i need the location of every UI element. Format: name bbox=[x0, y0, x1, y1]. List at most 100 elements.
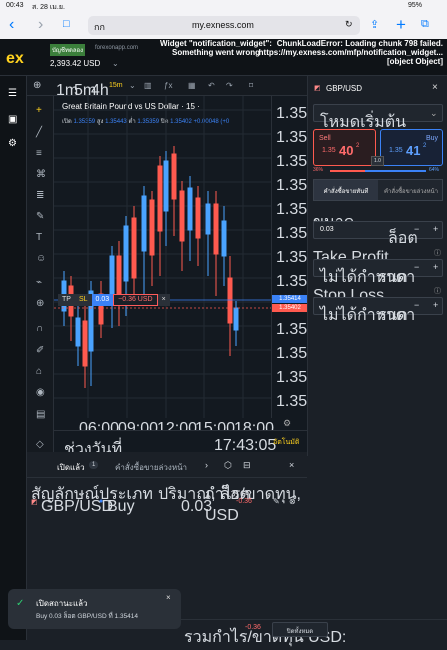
open-count: 1 bbox=[89, 461, 99, 469]
chevron-right-icon[interactable]: › bbox=[205, 460, 208, 470]
tab-pending-orders[interactable]: คำสั่งซื้อขายล่วงหน้า bbox=[115, 461, 187, 474]
sl-plus[interactable]: + bbox=[433, 300, 438, 310]
close-icon[interactable]: × bbox=[166, 593, 171, 602]
positions-panel: เปิดแล้ว 1 คำสั่งซื้อขายล่วงหน้า › ⬡ ⊟ ×… bbox=[27, 452, 307, 524]
buy-price: 1.35 bbox=[389, 147, 403, 154]
candle-type-icon[interactable]: ▥ bbox=[144, 81, 152, 90]
sl-label[interactable]: SL bbox=[74, 294, 92, 306]
price-axis: 1.35800 1.35750 1.35700 1.35650 1.35600 … bbox=[271, 96, 334, 434]
balance[interactable]: 2,393.42 USD bbox=[50, 59, 100, 68]
refresh-icon[interactable]: ↻ bbox=[345, 19, 353, 30]
tp-input[interactable]: ไม่ได้กำหนด ราคา − + bbox=[313, 259, 443, 286]
tab-open[interactable]: เปิดแล้ว bbox=[57, 461, 85, 474]
settings-icon[interactable]: ⚙ bbox=[8, 138, 17, 149]
tabs-icon[interactable]: ⧉ bbox=[421, 18, 429, 31]
lock-draw-icon[interactable]: ✐ bbox=[36, 345, 44, 356]
layers-icon[interactable]: ⬡ bbox=[224, 460, 232, 471]
chart-toolbar: ⊕ 1m 5m 4h 15m ⌄ ▥ ƒx ▦ ↶ ↷ ⌑ bbox=[27, 76, 307, 99]
redo-icon[interactable]: ↷ bbox=[226, 81, 233, 90]
channel-icon[interactable]: ≡ bbox=[36, 148, 42, 159]
tp-plus[interactable]: + bbox=[433, 262, 438, 272]
menu-icon[interactable]: ☰ bbox=[8, 88, 17, 99]
layout-icon[interactable]: ▦ bbox=[188, 81, 196, 90]
share-icon[interactable]: ⇪ bbox=[370, 18, 379, 31]
candlestick-plot[interactable] bbox=[54, 96, 307, 434]
text-icon[interactable]: T bbox=[36, 232, 42, 243]
notification-toast: ✓ เปิดสถานะแล้ว Buy 0.03 ล็อต GBP/USD ที… bbox=[8, 589, 181, 629]
sell-percent: 36% bbox=[313, 167, 324, 173]
close-all-button[interactable]: ปิดทั้งหมด bbox=[272, 622, 328, 637]
url-text[interactable]: my.exness.com bbox=[192, 20, 254, 30]
trash-icon[interactable]: ▤ bbox=[36, 409, 45, 420]
forward-icon[interactable]: › bbox=[38, 16, 43, 34]
exness-logo: ex bbox=[6, 50, 24, 67]
trend-line-icon[interactable]: ╱ bbox=[36, 127, 42, 138]
tp-label[interactable]: TP bbox=[58, 294, 75, 306]
tab-market[interactable]: คำสั่งซื้อขายทันที bbox=[314, 180, 378, 200]
auto-scale-button[interactable]: อัตโนมัติ bbox=[273, 437, 299, 448]
volume-minus[interactable]: − bbox=[414, 224, 419, 234]
sell-big: 40 bbox=[339, 143, 354, 158]
ios-status-bar: 00:43 ส. 28 เม.ย. 95% bbox=[0, 0, 447, 12]
buy-button[interactable]: Buy 1.35 41 2 bbox=[380, 129, 443, 166]
url-bar[interactable]: กก my.exness.com ↻ bbox=[88, 16, 360, 35]
toast-title: เปิดสถานะแล้ว bbox=[36, 599, 88, 608]
timeframe-15m[interactable]: 15m bbox=[109, 82, 123, 89]
chevron-down-icon[interactable]: ⌄ bbox=[112, 59, 119, 68]
zoom-icon[interactable]: ⊕ bbox=[36, 298, 44, 309]
pattern-icon[interactable]: ⌘ bbox=[36, 169, 46, 180]
chart-footer: ช่วงวันที่ 17:43:05 UTC อัตโนมัติ bbox=[54, 430, 307, 472]
back-icon[interactable]: ‹ bbox=[9, 16, 14, 34]
bookmarks-icon[interactable]: □ bbox=[63, 18, 70, 30]
sl-minus[interactable]: − bbox=[414, 300, 419, 310]
chart-settings-icon[interactable]: ⚙ bbox=[283, 418, 291, 429]
position-line-label[interactable]: TP SL 0.03 −0.36 USD × bbox=[58, 294, 170, 306]
info-icon[interactable]: ⓘ bbox=[434, 286, 441, 296]
add-icon[interactable]: ⊕ bbox=[33, 80, 41, 91]
sentiment-bar bbox=[330, 170, 426, 172]
fib-icon[interactable]: ≣ bbox=[36, 190, 44, 201]
flag-icon: ◩ bbox=[314, 85, 321, 92]
order-type-tabs: คำสั่งซื้อขายทันที คำสั่งซื้อขายล่วงหน้า bbox=[313, 179, 443, 201]
camera-icon[interactable]: ⌑ bbox=[249, 81, 253, 90]
volume-plus[interactable]: + bbox=[433, 224, 438, 234]
ruler-icon[interactable]: ⌁ bbox=[36, 277, 42, 288]
tp-minus[interactable]: − bbox=[414, 262, 419, 272]
new-tab-icon[interactable]: + bbox=[396, 15, 406, 35]
volume-input[interactable]: 0.03 ล็อต − + bbox=[313, 221, 443, 247]
symbol-title: GBP/USD bbox=[326, 84, 363, 93]
mode-select[interactable]: โหมดเริ่มต้น ⌄ bbox=[313, 104, 443, 131]
drawings-icon[interactable]: ◇ bbox=[36, 439, 44, 450]
price-chart[interactable]: Great Britain Pound vs US Dollar · 15 · … bbox=[54, 96, 307, 434]
sl-unit[interactable]: ราคา bbox=[378, 303, 415, 328]
crosshair-icon[interactable]: + bbox=[36, 105, 42, 116]
close-icon[interactable]: × bbox=[289, 460, 294, 470]
info-icon[interactable]: ⓘ bbox=[434, 248, 441, 258]
reader-button[interactable]: กก bbox=[94, 20, 105, 34]
drawing-tools: + ╱ ≡ ⌘ ≣ ✎ T ☺ ⌁ ⊕ ∩ ✐ ⌂ ◉ ▤ ◇ bbox=[27, 96, 54, 456]
lock-icon[interactable]: ⌂ bbox=[36, 366, 42, 377]
emoji-icon[interactable]: ☺ bbox=[36, 253, 46, 264]
sl-input[interactable]: ไม่ได้กำหนด ราคา − + bbox=[313, 297, 443, 324]
tab-pending[interactable]: คำสั่งซื้อขายล่วงหน้า bbox=[379, 180, 443, 200]
sell-button[interactable]: Sell 1.35 40 2 bbox=[313, 129, 376, 166]
time: 00:43 bbox=[6, 2, 24, 9]
total-pl: -0.36 bbox=[245, 624, 261, 631]
chevron-down-icon[interactable]: ⌄ bbox=[129, 81, 136, 90]
table-row[interactable]: ◩ GBP/USD ● Buy 0.03 -0.36 ✎ ⊗ bbox=[27, 492, 307, 515]
undo-icon[interactable]: ↶ bbox=[208, 81, 215, 90]
chunk-error-text: ChunkLoadError: Loading chunk 798 failed… bbox=[258, 39, 443, 66]
close-position-icon[interactable]: × bbox=[157, 294, 170, 306]
volume-value[interactable]: 0.03 bbox=[320, 226, 334, 233]
calendar-icon[interactable]: ▣ bbox=[8, 114, 17, 125]
archive-icon[interactable]: ⊟ bbox=[243, 460, 251, 471]
close-icon[interactable]: × bbox=[432, 82, 438, 93]
server-name: forexonapp.com bbox=[95, 45, 139, 51]
edit-icon[interactable]: ✎ bbox=[273, 497, 280, 506]
magnet-icon[interactable]: ∩ bbox=[36, 323, 43, 334]
eye-icon[interactable]: ◉ bbox=[36, 387, 45, 398]
indicator-icon[interactable]: ƒx bbox=[164, 81, 172, 90]
brush-icon[interactable]: ✎ bbox=[36, 211, 44, 222]
order-panel: ◩ GBP/USD × โหมดเริ่มต้น ⌄ Sell 1.35 40 … bbox=[307, 76, 447, 456]
close-position-icon[interactable]: ⊗ bbox=[289, 497, 296, 506]
